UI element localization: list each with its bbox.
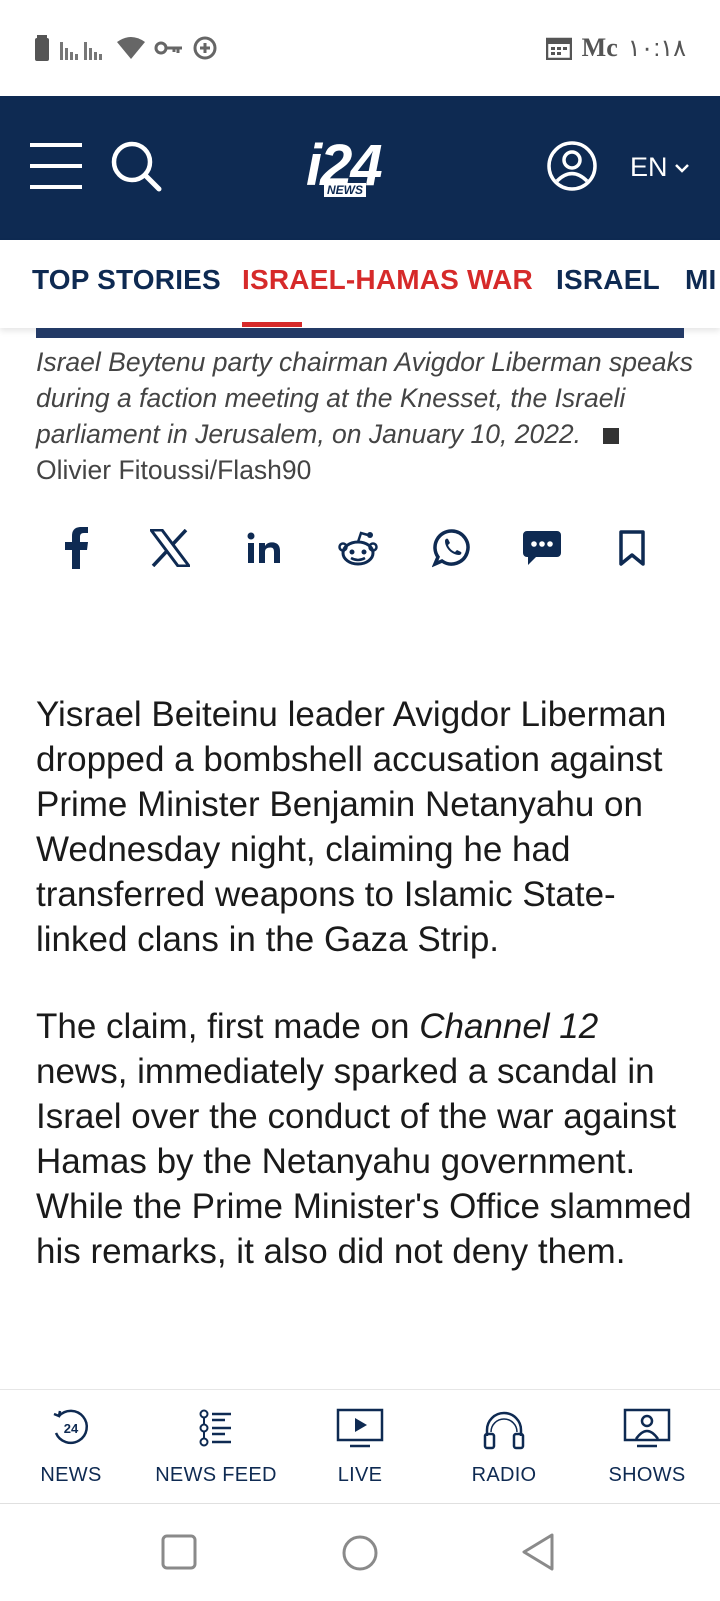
recents-icon[interactable] <box>161 1534 197 1570</box>
news-24-icon: 24 <box>53 1409 88 1445</box>
menu-icon[interactable] <box>30 140 82 192</box>
home-icon[interactable] <box>341 1534 379 1572</box>
search-icon[interactable] <box>110 140 162 192</box>
logo-subtext: NEWS <box>324 183 366 197</box>
paragraph-text: news, immediately sparked a scandal in I… <box>36 1052 692 1271</box>
paragraph-text: The claim, first made on <box>36 1007 420 1046</box>
nav-news-feed-label: NEWS FEED <box>155 1464 277 1486</box>
tab-top-stories[interactable]: TOP STORIES <box>32 264 221 296</box>
whatsapp-icon <box>432 529 470 568</box>
nav-radio-label: RADIO <box>471 1464 537 1486</box>
paragraph-emphasis: Channel 12 <box>419 1007 599 1046</box>
tab-mi[interactable]: MI <box>685 264 717 296</box>
nav-shows-label: SHOWS <box>608 1464 686 1486</box>
article-body: Yisrael Beiteinu leader Avigdor Liberman… <box>36 692 696 1316</box>
nav-radio[interactable]: RADIO <box>434 1390 574 1504</box>
vpn-key-icon <box>154 41 182 55</box>
clock: ١٠:١٨ <box>627 34 686 62</box>
whatsapp-share-button[interactable] <box>424 520 480 576</box>
tab-israel[interactable]: ISRAEL <box>556 264 660 296</box>
battery-icon <box>35 35 49 61</box>
linkedin-share-button[interactable] <box>236 520 292 576</box>
nav-news[interactable]: 24 NEWS <box>1 1390 141 1504</box>
data-saver-icon <box>193 36 217 60</box>
shows-icon <box>623 1408 671 1448</box>
caption-text: Israel Beytenu party chairman Avigdor Li… <box>36 347 693 449</box>
nav-live[interactable]: LIVE <box>290 1390 430 1504</box>
nav-shows[interactable]: SHOWS <box>577 1390 717 1504</box>
category-tabs: TOP STORIES ISRAEL-HAMAS WAR ISRAEL MI <box>0 240 720 328</box>
carrier-label: Mc <box>581 33 618 62</box>
x-icon <box>150 529 190 567</box>
tv-play-icon <box>336 1408 384 1448</box>
article-paragraph: The claim, first made on Channel 12 news… <box>36 1004 696 1274</box>
nav-live-label: LIVE <box>337 1464 383 1486</box>
bottom-navigation: 24 NEWS NEWS FEED LIVE RADIO SHOWS <box>0 1389 720 1504</box>
i24news-logo[interactable]: i24 NEWS <box>300 134 420 202</box>
wifi-icon <box>117 37 145 59</box>
reddit-icon <box>338 531 378 566</box>
active-tab-indicator <box>242 322 302 327</box>
nav-news-feed[interactable]: NEWS FEED <box>146 1390 286 1504</box>
linkedin-icon <box>247 532 280 563</box>
account-icon[interactable] <box>546 140 598 192</box>
hero-image <box>36 328 684 338</box>
share-bar <box>40 520 680 576</box>
credit-separator <box>603 428 620 444</box>
x-share-button[interactable] <box>142 520 198 576</box>
bookmark-button[interactable] <box>604 520 660 576</box>
nav-news-label: NEWS <box>40 1464 102 1486</box>
back-icon[interactable] <box>520 1532 556 1572</box>
comment-icon <box>523 531 561 565</box>
status-right: Mc ١٠:١٨ <box>545 30 686 66</box>
comments-button[interactable] <box>514 520 570 576</box>
facebook-icon <box>65 527 88 569</box>
image-caption: Israel Beytenu party chairman Avigdor Li… <box>36 344 696 488</box>
photo-credit: Olivier Fitoussi/Flash90 <box>36 455 312 485</box>
facebook-share-button[interactable] <box>48 520 104 576</box>
status-icons <box>34 30 218 66</box>
calendar-icon <box>545 37 572 60</box>
tab-israel-hamas-war[interactable]: ISRAEL-HAMAS WAR <box>242 264 533 296</box>
headphones-icon <box>483 1411 525 1450</box>
bookmark-icon <box>619 530 645 566</box>
svg-text:24: 24 <box>64 1421 79 1436</box>
signal-icon <box>60 42 102 60</box>
system-navigation-bar <box>0 1503 720 1601</box>
language-label: EN <box>630 152 668 182</box>
chevron-down-icon <box>674 163 689 173</box>
article-paragraph: Yisrael Beiteinu leader Avigdor Liberman… <box>36 695 667 959</box>
reddit-share-button[interactable] <box>330 520 386 576</box>
list-icon <box>199 1409 231 1447</box>
language-selector[interactable]: EN <box>630 152 690 183</box>
status-bar: Mc ١٠:١٨ <box>0 0 720 96</box>
